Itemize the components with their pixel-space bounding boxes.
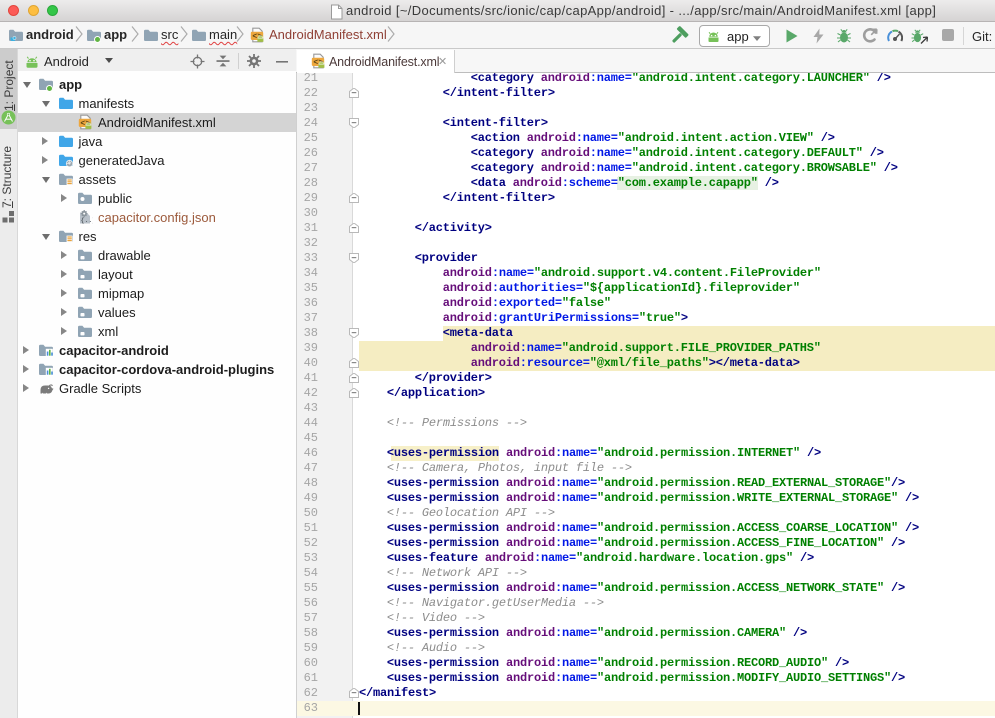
svg-text:{..}: {..} — [81, 217, 93, 224]
